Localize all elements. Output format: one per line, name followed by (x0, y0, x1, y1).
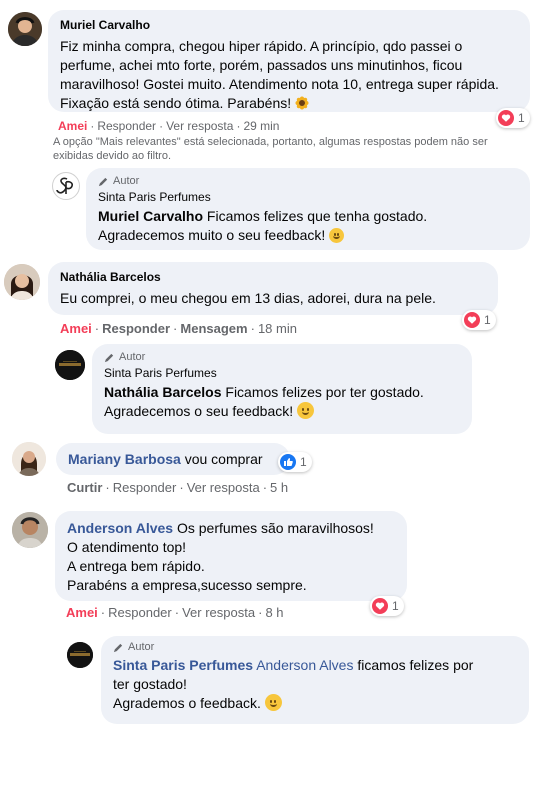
reply-author[interactable]: Sinta Paris Perfumes (104, 366, 460, 380)
comment-author[interactable]: Mariany Barbosa (68, 451, 181, 467)
filter-notice: A opção "Mais relevantes" está seleciona… (53, 136, 488, 162)
mention-link[interactable]: Muriel Carvalho (98, 208, 203, 224)
reaction-summary[interactable]: 1 (278, 452, 312, 472)
mention-link[interactable]: Nathália Barcelos (104, 384, 222, 400)
reaction-count: 1 (518, 111, 525, 125)
reply-text: Muriel Carvalho Ficamos felizes que tenh… (98, 208, 428, 243)
user-photo-icon (12, 442, 46, 476)
reply-button[interactable]: Responder (102, 321, 170, 336)
page-avatar[interactable] (67, 642, 93, 668)
see-reply-button[interactable]: Ver resposta (187, 480, 260, 495)
timestamp[interactable]: 8 h (265, 605, 283, 620)
heart-icon (498, 110, 514, 126)
love-button[interactable]: Amei (60, 321, 92, 336)
reaction-summary[interactable]: 1 (370, 596, 404, 616)
see-reply-button[interactable]: Ver resposta (166, 119, 233, 133)
sinta-paris-logo-icon (55, 350, 85, 380)
author-badge: Autor (113, 641, 517, 653)
comment-bubble: Anderson Alves Os perfumes são maravilho… (55, 511, 407, 601)
page-avatar[interactable] (55, 350, 85, 380)
reply-text: Nathália Barcelos Ficamos felizes por te… (104, 384, 424, 419)
pencil-icon (98, 177, 108, 186)
comment-text: Anderson Alves Os perfumes são maravilho… (67, 520, 374, 593)
comment-bubble: Muriel Carvalho Fiz minha compra, chegou… (48, 10, 530, 112)
reaction-count: 1 (484, 313, 491, 327)
reply-author[interactable]: Sinta Paris Perfumes (113, 657, 253, 673)
reaction-count: 1 (392, 599, 399, 613)
pencil-icon (113, 643, 123, 652)
avatar[interactable] (12, 442, 46, 476)
comment-author[interactable]: Muriel Carvalho (60, 18, 518, 32)
reply-bubble: Autor Sinta Paris Perfumes Nathália Barc… (92, 344, 472, 434)
sunflower-icon (295, 96, 309, 110)
heart-icon (372, 598, 388, 614)
reply-text: Sinta Paris Perfumes Anderson Alves fica… (113, 657, 474, 711)
love-button[interactable]: Amei (66, 605, 98, 620)
comment-actions: Amei · Responder · Ver resposta · 29 min (58, 119, 280, 133)
reply-author[interactable]: Sinta Paris Perfumes (98, 190, 518, 204)
reaction-summary[interactable]: 1 (462, 310, 496, 330)
timestamp[interactable]: 29 min (243, 119, 279, 133)
sinta-paris-logo-icon (67, 642, 93, 668)
smile-emoji-icon (264, 694, 282, 711)
comment-author[interactable]: Nathália Barcelos (60, 270, 486, 284)
reply-bubble: Autor Sinta Paris Perfumes Anderson Alve… (101, 636, 529, 724)
pencil-icon (104, 353, 114, 362)
avatar[interactable] (8, 12, 42, 46)
author-badge: Autor (98, 175, 518, 187)
smile-emoji-icon (329, 228, 345, 243)
like-button[interactable]: Curtir (67, 480, 102, 495)
avatar[interactable] (12, 512, 48, 548)
message-button[interactable]: Mensagem (180, 321, 247, 336)
reply-button[interactable]: Responder (113, 480, 177, 495)
comment-actions: Amei · Responder · Ver resposta · 8 h (66, 605, 284, 620)
comment-actions: Amei · Responder · Mensagem · 18 min (60, 321, 297, 336)
reply-bubble: Autor Sinta Paris Perfumes Muriel Carval… (86, 168, 530, 250)
like-icon (280, 454, 296, 470)
comment-actions: Curtir · Responder · Ver resposta · 5 h (67, 480, 289, 495)
comment-author[interactable]: Anderson Alves (67, 520, 173, 536)
user-photo-icon (8, 12, 42, 46)
timestamp[interactable]: 5 h (270, 480, 288, 495)
user-photo-icon (4, 264, 40, 300)
comment-text: Eu comprei, o meu chegou em 13 dias, ado… (60, 290, 436, 306)
user-photo-icon (12, 512, 48, 548)
page-avatar[interactable] (52, 172, 80, 200)
reply-button[interactable]: Responder (108, 605, 172, 620)
sinta-paris-logo-icon (56, 177, 73, 194)
reaction-summary[interactable]: 1 (496, 108, 530, 128)
love-button[interactable]: Amei (58, 119, 87, 133)
mention-link[interactable]: Anderson Alves (256, 657, 353, 673)
reply-button[interactable]: Responder (97, 119, 156, 133)
heart-icon (464, 312, 480, 328)
comment-text: Mariany Barbosa vou comprar (68, 451, 263, 467)
author-badge: Autor (104, 351, 460, 363)
comment-bubble: Mariany Barbosa vou comprar (56, 443, 290, 475)
reaction-count: 1 (300, 455, 307, 469)
smile-emoji-icon (297, 402, 315, 419)
comment-text: Fiz minha compra, chegou hiper rápido. A… (60, 38, 499, 111)
see-reply-button[interactable]: Ver resposta (182, 605, 255, 620)
avatar[interactable] (4, 264, 40, 300)
comment-bubble: Nathália Barcelos Eu comprei, o meu cheg… (48, 262, 498, 315)
timestamp[interactable]: 18 min (258, 321, 297, 336)
